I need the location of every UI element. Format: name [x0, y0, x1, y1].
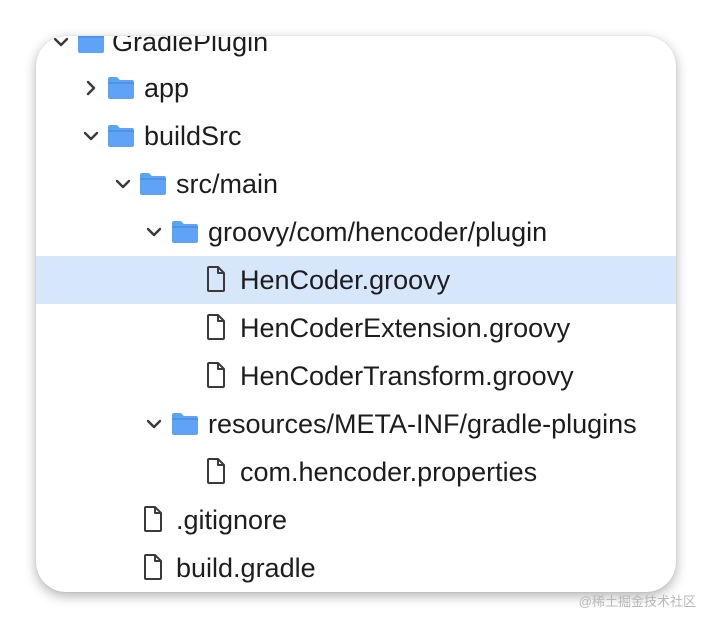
tree-item-hencoder-groovy[interactable]: HenCoder.groovy	[36, 256, 676, 304]
tree-item-buildsrc[interactable]: buildSrc	[36, 112, 676, 160]
document-icon	[206, 265, 226, 293]
tree-item-label: app	[144, 73, 190, 103]
chevron-right-icon[interactable]	[80, 76, 102, 100]
chevron-down-icon[interactable]	[80, 124, 102, 148]
folder-icon	[170, 410, 200, 436]
document-icon	[206, 361, 226, 389]
document-icon	[206, 457, 226, 485]
tree-item-src-main[interactable]: src/main	[36, 160, 676, 208]
tree-item-hencodertransform-groovy[interactable]: HenCoderTransform.groovy	[36, 352, 676, 400]
chevron-down-icon[interactable]	[143, 412, 165, 436]
watermark: @稀土掘金技术社区	[578, 594, 696, 609]
tree-item-label: HenCoderExtension.groovy	[240, 313, 571, 343]
tree-item-gitignore[interactable]: .gitignore	[36, 496, 676, 544]
folder-icon	[170, 218, 200, 244]
tree-item-label: resources/META-INF/gradle-plugins	[208, 409, 637, 439]
folder-icon	[138, 170, 168, 196]
tree-item-hencoderextension-groovy[interactable]: HenCoderExtension.groovy	[36, 304, 676, 352]
tree-item-label: .gitignore	[176, 505, 288, 535]
tree-item-label: HenCoderTransform.groovy	[240, 361, 574, 391]
tree-item-groovy-package[interactable]: groovy/com/hencoder/plugin	[36, 208, 676, 256]
document-icon	[143, 505, 163, 533]
document-icon	[143, 553, 163, 581]
folder-icon	[76, 36, 106, 54]
tree-item-properties-file[interactable]: com.hencoder.properties	[36, 448, 676, 496]
tree-item-gradleplugin[interactable]: GradlePlugin	[36, 36, 676, 66]
tree-item-app[interactable]: app	[36, 64, 676, 112]
chevron-down-icon[interactable]	[50, 36, 72, 54]
tree-item-label: build.gradle	[176, 553, 316, 583]
chevron-down-icon[interactable]	[112, 172, 134, 196]
chevron-down-icon[interactable]	[143, 220, 165, 244]
tree-item-label: GradlePlugin	[112, 36, 269, 57]
tree-item-label: groovy/com/hencoder/plugin	[208, 217, 548, 247]
tree-item-label: buildSrc	[144, 121, 242, 151]
file-tree-panel: GradlePlugin app buildSrc src/main groov…	[36, 36, 676, 592]
tree-item-label: src/main	[176, 169, 279, 199]
folder-icon	[106, 122, 136, 148]
document-icon	[206, 313, 226, 341]
tree-item-resources-folder[interactable]: resources/META-INF/gradle-plugins	[36, 400, 676, 448]
folder-icon	[106, 74, 136, 100]
tree-item-label: com.hencoder.properties	[240, 457, 538, 487]
tree-item-build-gradle[interactable]: build.gradle	[36, 544, 676, 592]
tree-item-label: HenCoder.groovy	[240, 265, 451, 295]
